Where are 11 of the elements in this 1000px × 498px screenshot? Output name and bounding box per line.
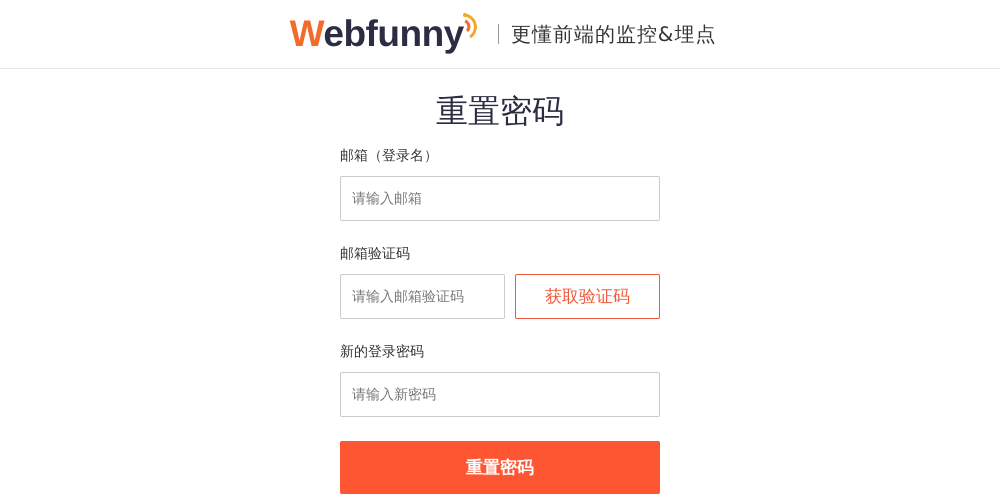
slogan: 更懂前端的监控&埋点 [510,20,716,48]
field-label: 邮箱验证码 [340,245,411,263]
page-title: 重置密码 [435,91,565,131]
input-field[interactable]: 请输入邮箱验证码 [340,274,505,319]
logo-text: Webfunny [290,13,464,55]
field-label: 邮箱（登录名） [340,147,439,165]
input-field[interactable]: 请输入新密码 [340,372,660,417]
field-label: 新的登录密码 [340,343,425,361]
input-field[interactable]: 请输入邮箱 [340,176,660,221]
get-code-button[interactable]: 获取验证码 [515,274,660,319]
reset-password-button[interactable]: 重置密码 [340,441,660,494]
